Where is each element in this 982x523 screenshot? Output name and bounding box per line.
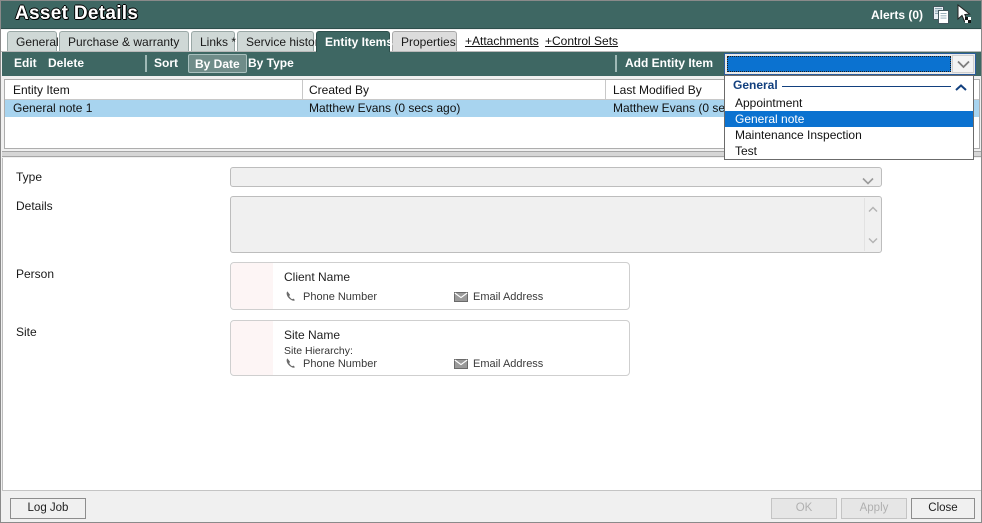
- dropdown-item-general-note[interactable]: General note: [725, 111, 973, 127]
- tab-service-history[interactable]: Service history: [237, 31, 325, 52]
- person-label: Person: [16, 267, 55, 281]
- cursor-arrow-icon: [955, 3, 977, 26]
- page-title: Asset Details: [15, 3, 139, 24]
- sort-by-date-button[interactable]: By Date: [188, 54, 247, 73]
- entity-item-type-dropdown[interactable]: General Appointment General note Mainten…: [724, 75, 974, 160]
- site-label: Site: [16, 325, 37, 339]
- add-entity-item-input[interactable]: [727, 56, 951, 72]
- grid-header-divider-1[interactable]: [302, 80, 303, 99]
- sort-label: Sort: [154, 56, 178, 70]
- details-label: Details: [16, 199, 53, 213]
- person-phone: Phone Number: [303, 291, 377, 303]
- dialog-footer: Log Job OK Apply Close: [2, 490, 981, 522]
- person-card-accent: [231, 263, 273, 309]
- phone-icon: [285, 290, 298, 306]
- asset-details-window: Asset Details Alerts (0) General Purchas…: [0, 0, 982, 523]
- tab-control-sets[interactable]: +Control Sets: [539, 31, 619, 52]
- tab-entity-items[interactable]: Entity Items: [316, 31, 393, 52]
- ok-button[interactable]: OK: [771, 498, 837, 519]
- site-email: Email Address: [473, 358, 544, 370]
- site-card-accent: [231, 321, 273, 375]
- person-card[interactable]: Client Name Phone Number Email Address: [230, 262, 630, 310]
- sort-by-type-button[interactable]: By Type: [248, 56, 294, 70]
- cell-created-by: Matthew Evans (0 secs ago): [309, 101, 461, 115]
- grid-header-divider-2[interactable]: [605, 80, 606, 99]
- alerts-label[interactable]: Alerts (0): [871, 8, 923, 22]
- dropdown-group-header[interactable]: General: [725, 78, 973, 95]
- dropdown-group-label: General: [733, 78, 782, 92]
- delete-button[interactable]: Delete: [48, 56, 84, 70]
- site-card[interactable]: Site Name Site Hierarchy: Phone Number E…: [230, 320, 630, 376]
- person-name: Client Name: [284, 270, 351, 284]
- site-hierarchy: Site Hierarchy:: [284, 345, 353, 357]
- add-entity-item-combobox[interactable]: [724, 53, 976, 75]
- edit-button[interactable]: Edit: [14, 56, 37, 70]
- toolbar-divider-1: [145, 55, 147, 72]
- tab-purchase-warranty[interactable]: Purchase & warranty: [59, 31, 189, 52]
- grid-column-entity-item[interactable]: Entity Item: [13, 83, 70, 97]
- tab-properties[interactable]: Properties: [392, 31, 457, 52]
- apply-button[interactable]: Apply: [841, 498, 907, 519]
- window-title-bar: Asset Details Alerts (0): [1, 1, 981, 29]
- grid-column-created-by[interactable]: Created By: [309, 83, 369, 97]
- site-phone: Phone Number: [303, 358, 377, 370]
- log-job-button[interactable]: Log Job: [10, 498, 86, 519]
- chevron-down-icon: [862, 174, 874, 188]
- type-label: Type: [16, 170, 43, 184]
- cell-entity-item: General note 1: [13, 101, 93, 115]
- copy-icon[interactable]: [933, 6, 953, 24]
- dropdown-item-maintenance-inspection[interactable]: Maintenance Inspection: [725, 127, 973, 143]
- chevron-down-icon[interactable]: [952, 55, 974, 73]
- entity-item-detail-pane: Type Details Person Client Name Phone Nu…: [2, 158, 981, 490]
- close-button[interactable]: Close: [911, 498, 975, 519]
- details-textarea[interactable]: [230, 196, 882, 253]
- details-scrollbar[interactable]: [864, 198, 880, 251]
- phone-icon: [285, 357, 298, 373]
- type-select[interactable]: [230, 167, 882, 187]
- tab-links[interactable]: Links *: [191, 31, 236, 52]
- person-email: Email Address: [473, 291, 544, 303]
- tab-general[interactable]: General: [7, 31, 59, 52]
- chevron-up-icon[interactable]: [868, 202, 878, 216]
- grid-column-last-modified-by[interactable]: Last Modified By: [613, 83, 702, 97]
- dropdown-item-test[interactable]: Test: [725, 143, 973, 159]
- add-entity-item-label: Add Entity Item: [625, 56, 714, 70]
- envelope-icon: [454, 358, 468, 372]
- chevron-up-icon[interactable]: [955, 81, 967, 95]
- chevron-down-icon[interactable]: [868, 233, 878, 247]
- envelope-icon: [454, 291, 468, 305]
- site-name: Site Name: [284, 328, 341, 342]
- tab-strip: General Purchase & warranty Links * Serv…: [1, 30, 981, 52]
- tab-attachments[interactable]: +Attachments: [459, 31, 539, 52]
- toolbar-divider-2: [615, 55, 617, 72]
- dropdown-item-appointment[interactable]: Appointment: [725, 95, 973, 111]
